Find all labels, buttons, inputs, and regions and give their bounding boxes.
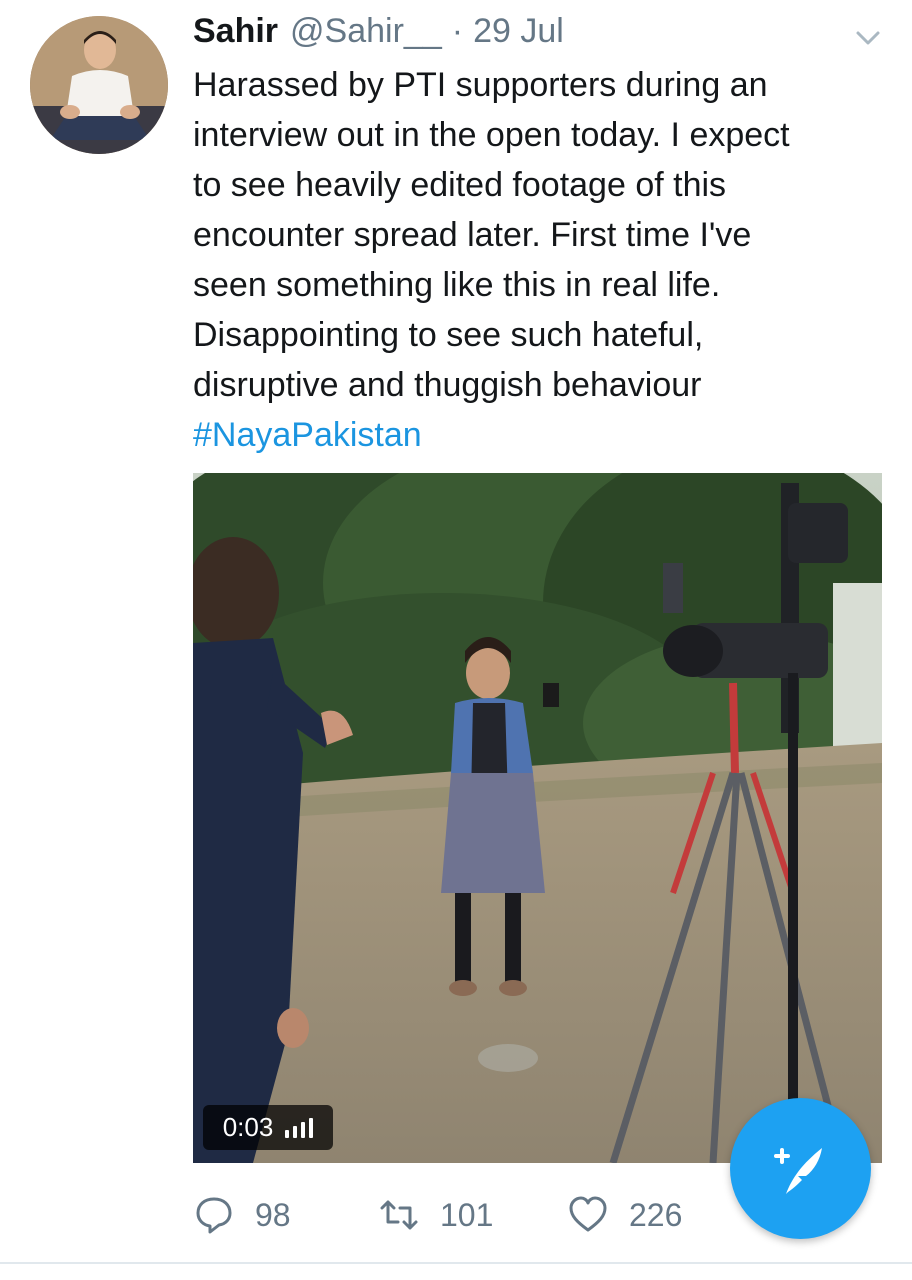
like-button[interactable]: 226 (567, 1190, 682, 1240)
retweet-count: 101 (440, 1196, 494, 1233)
tweet-text-line: Disappointing to see such hateful, (193, 316, 704, 354)
reply-button[interactable]: 98 (193, 1190, 291, 1240)
video-duration-badge: 0:03 (203, 1105, 333, 1150)
tweet-divider (0, 1262, 912, 1264)
volume-bars-icon (285, 1117, 314, 1138)
video-duration: 0:03 (222, 1112, 274, 1142)
tweet-text-line: to see heavily edited footage of this (193, 166, 727, 204)
video-player[interactable] (193, 473, 882, 1163)
tweet-text-line: seen something like this in real life. (193, 266, 721, 304)
compose-tweet-button[interactable] (730, 1098, 871, 1239)
reply-count: 98 (255, 1196, 291, 1233)
author-name[interactable]: Sahir (193, 12, 278, 51)
tweet-text-line: encounter spread later. First time I've (193, 216, 752, 254)
tweet-text-line: Harassed by PTI supporters during an (193, 66, 768, 104)
tweet-timestamp[interactable]: 29 Jul (473, 12, 564, 51)
author-avatar[interactable] (30, 16, 168, 154)
video-frame (193, 473, 882, 1163)
heart-icon (569, 1196, 607, 1232)
author-handle[interactable]: @Sahir__ (290, 12, 442, 51)
avatar-photo (30, 16, 168, 154)
compose-tweet-icon (773, 1147, 822, 1194)
tweet-text-line: interview out in the open today. I expec… (193, 116, 790, 154)
retweet-icon (380, 1200, 418, 1230)
chevron-down-icon[interactable] (852, 22, 884, 54)
like-count: 226 (629, 1196, 683, 1233)
tweet-text-line: disruptive and thuggish behaviour (193, 366, 702, 404)
separator-dot: · (451, 12, 464, 50)
hashtag-link[interactable]: #NayaPakistan (193, 410, 883, 460)
tweet-text: Harassed by PTI supporters during an int… (193, 60, 883, 460)
retweet-button[interactable]: 101 (378, 1190, 493, 1240)
reply-icon (196, 1197, 232, 1234)
tweet-header: Sahir @Sahir__ · 29 Jul (193, 12, 564, 56)
